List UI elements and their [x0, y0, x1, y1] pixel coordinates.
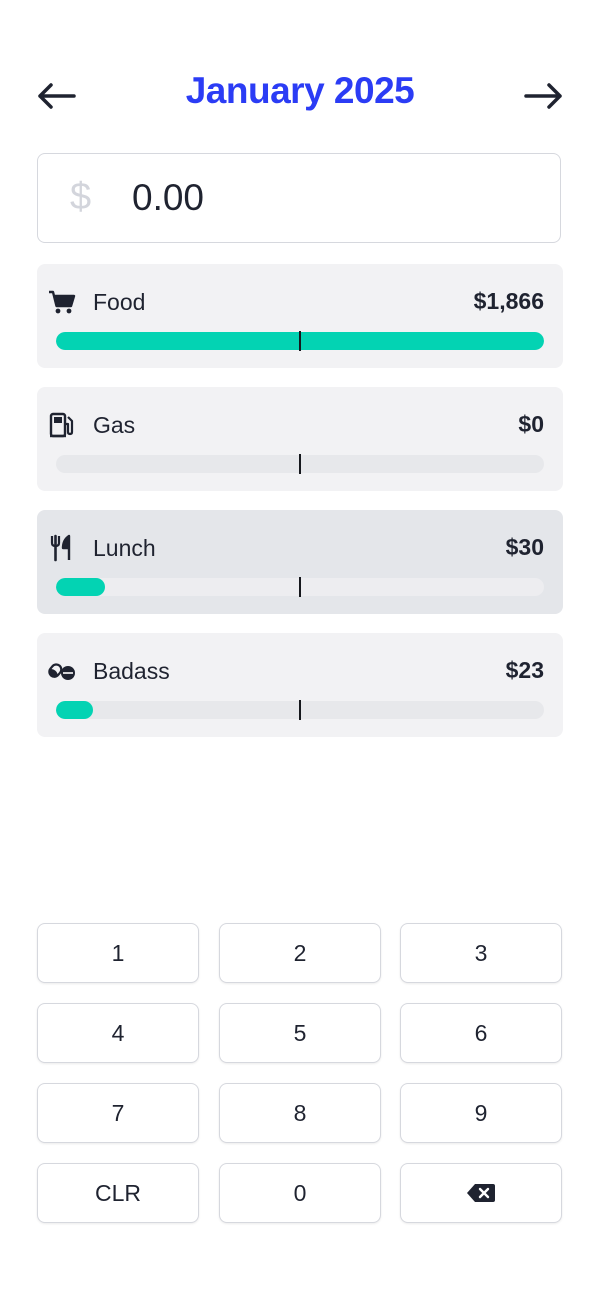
currency-symbol: $: [70, 176, 92, 218]
gas-pump-icon: [47, 410, 77, 440]
category-amount: $23: [505, 657, 544, 683]
category-progress-fill: [56, 701, 93, 719]
category-amount: $30: [505, 534, 544, 560]
category-name: Gas: [93, 412, 136, 438]
category-amount: $1,866: [473, 288, 544, 314]
amount-value: 0.00: [132, 177, 205, 218]
key-9[interactable]: 9: [400, 1083, 562, 1143]
key-8[interactable]: 8: [219, 1083, 381, 1143]
category-card-gas[interactable]: Gas $0: [37, 387, 563, 491]
budget-midpoint-marker: [299, 454, 301, 474]
month-title: January 2025: [185, 70, 415, 111]
category-progress-fill: [56, 578, 105, 596]
arrow-right-icon: [524, 83, 562, 109]
clear-button[interactable]: CLR: [37, 1163, 199, 1223]
budget-midpoint-marker: [299, 700, 301, 720]
category-card-food[interactable]: Food $1,866: [37, 264, 563, 368]
category-name: Badass: [93, 658, 170, 684]
budget-midpoint-marker: [299, 331, 301, 351]
pills-icon: [47, 656, 77, 686]
budget-midpoint-marker: [299, 577, 301, 597]
next-month-button[interactable]: [520, 72, 568, 120]
key-7[interactable]: 7: [37, 1083, 199, 1143]
month-header: January 2025: [0, 64, 600, 128]
key-2[interactable]: 2: [219, 923, 381, 983]
amount-input[interactable]: $ 0.00: [37, 153, 561, 243]
key-0[interactable]: 0: [219, 1163, 381, 1223]
shopping-cart-icon: [47, 287, 77, 317]
category-amount: $0: [518, 411, 544, 437]
category-name: Lunch: [93, 535, 156, 561]
category-card-lunch[interactable]: Lunch $30: [37, 510, 563, 614]
key-3[interactable]: 3: [400, 923, 562, 983]
key-5[interactable]: 5: [219, 1003, 381, 1063]
category-card-badass[interactable]: Badass $23: [37, 633, 563, 737]
backspace-icon: [467, 1184, 495, 1202]
key-6[interactable]: 6: [400, 1003, 562, 1063]
key-4[interactable]: 4: [37, 1003, 199, 1063]
key-1[interactable]: 1: [37, 923, 199, 983]
utensils-icon: [47, 533, 77, 563]
category-name: Food: [93, 289, 146, 315]
backspace-button[interactable]: [400, 1163, 562, 1223]
